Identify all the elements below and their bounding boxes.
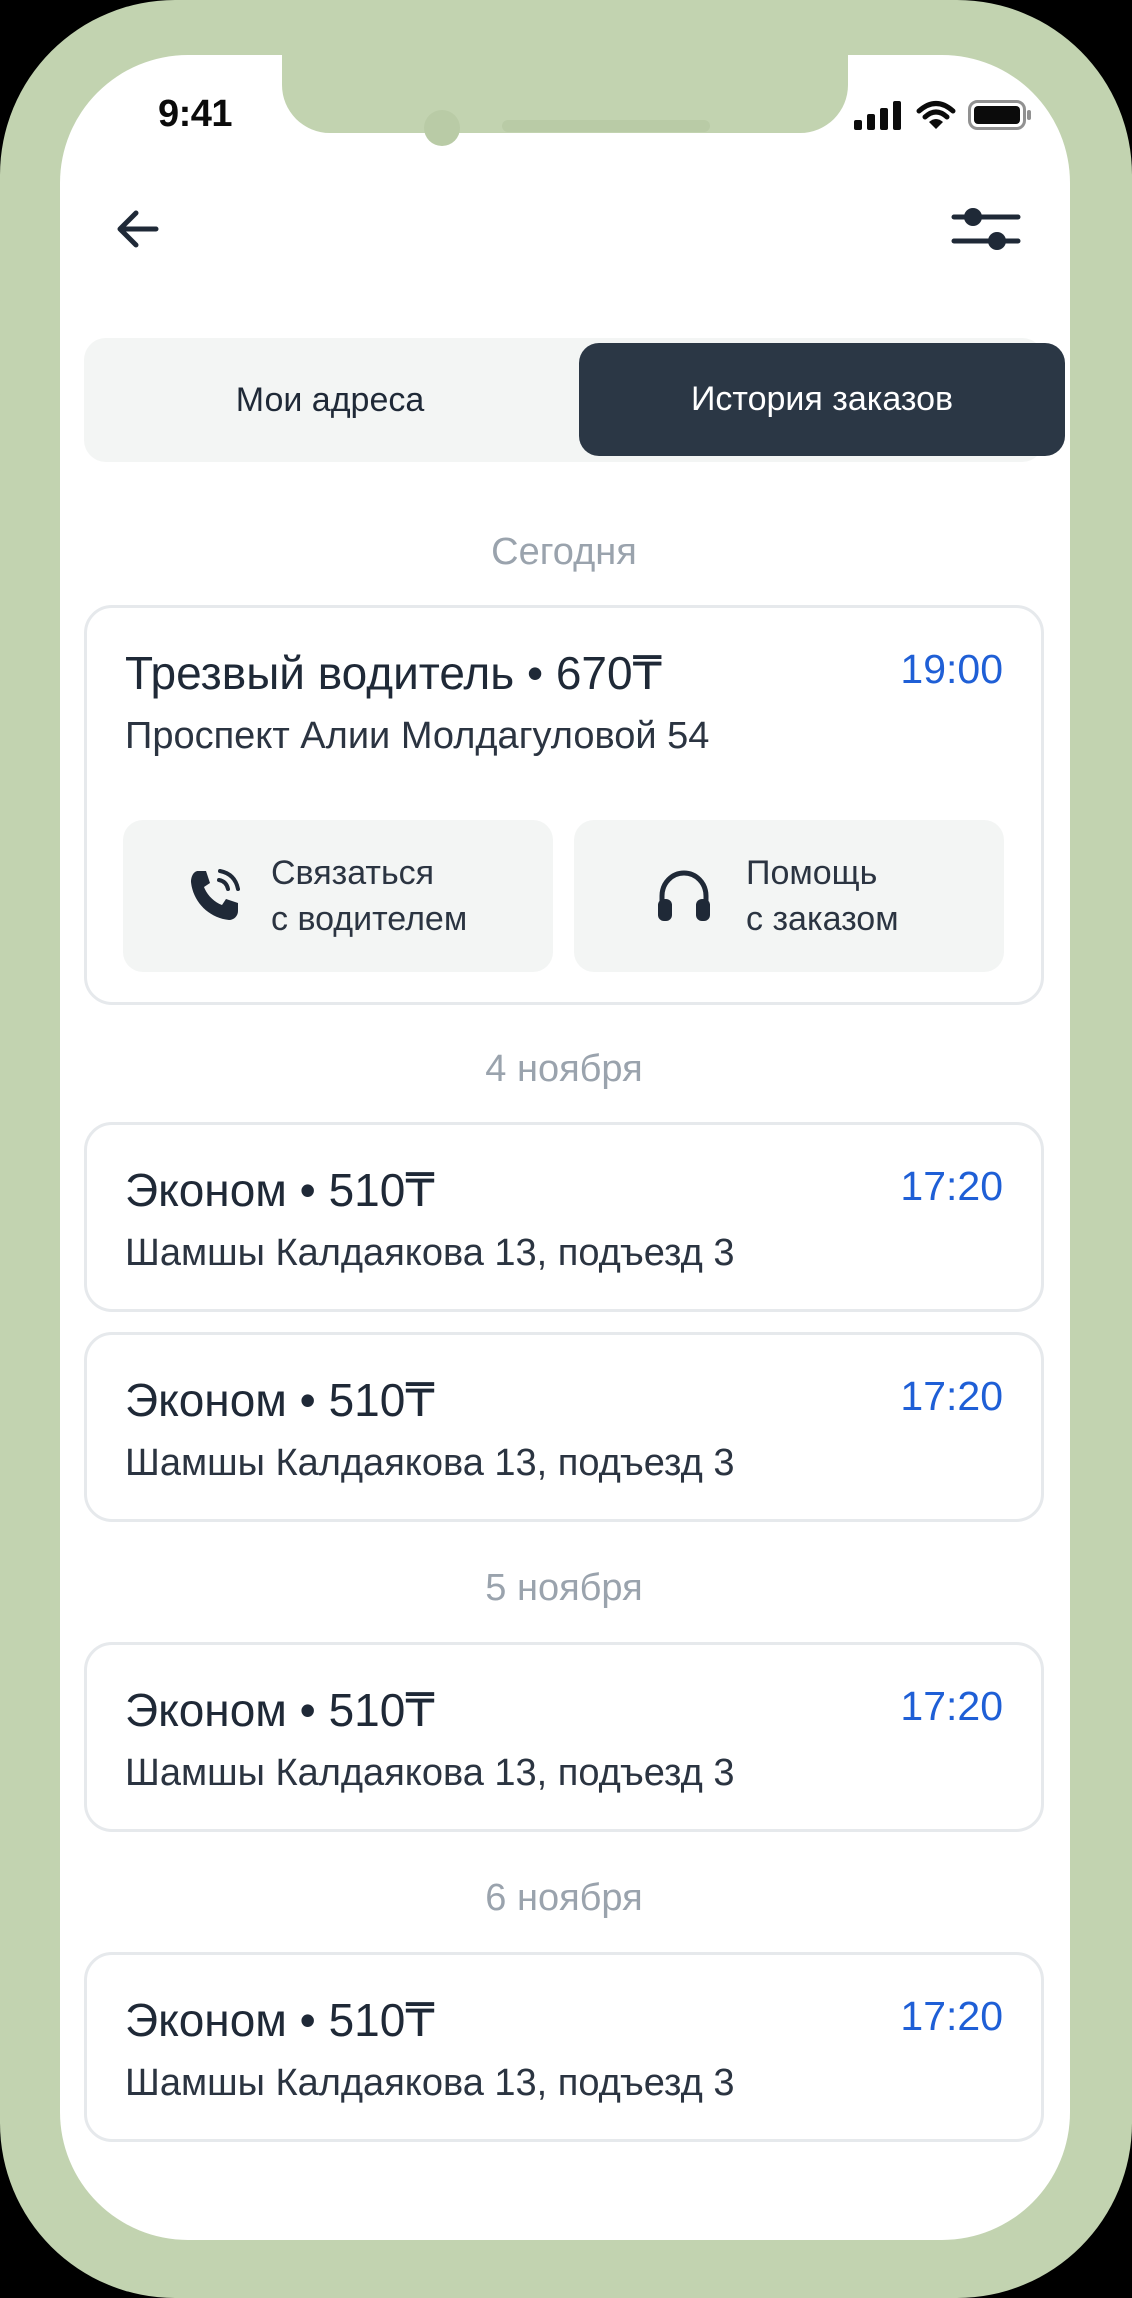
order-help-label: Помощь с заказом [746,854,899,938]
order-address: Проспект Алии Молдагуловой 54 [125,715,710,757]
phone-frame: 9:41 Мои адреса История заказов Сегодня … [0,0,1132,2298]
filter-button[interactable] [948,201,1024,261]
order-title: Эконом • 510₸ [125,1374,435,1426]
cellular-signal-icon [854,100,904,135]
sliders-icon [951,203,1021,260]
order-title: Эконом • 510₸ [125,1994,435,2046]
headphones-icon [652,864,716,928]
side-button-volume-up [0,470,8,630]
order-title: Трезвый водитель • 670₸ [125,647,662,699]
contact-driver-label: Связаться с водителем [271,854,468,938]
side-button-power [1124,515,1132,755]
order-time: 17:20 [900,1993,1003,2039]
front-camera [424,110,460,146]
side-button-volume-down [0,680,8,840]
status-time: 9:41 [158,93,233,135]
order-time: 17:20 [900,1163,1003,1209]
tab-my-addresses[interactable]: Мои адреса [84,338,576,462]
earpiece-speaker [502,120,710,132]
order-card[interactable]: Эконом • 510₸ 17:20 Шамшы Калдаякова 13,… [84,1952,1044,2142]
section-heading-nov-5: 5 ноября [485,1567,643,1609]
order-card[interactable]: Эконом • 510₸ 17:20 Шамшы Калдаякова 13,… [84,1332,1044,1522]
order-time: 19:00 [900,646,1003,692]
contact-driver-button[interactable]: Связаться с водителем [123,820,553,972]
order-card-active[interactable]: Трезвый водитель • 670₸ 19:00 Проспект А… [84,605,1044,1005]
side-button-silent [0,300,8,395]
order-time: 17:20 [900,1373,1003,1419]
section-heading-today: Сегодня [491,531,637,573]
order-address: Шамшы Калдаякова 13, подъезд 3 [125,1232,735,1274]
tab-order-history[interactable]: История заказов [579,343,1065,456]
order-card[interactable]: Эконом • 510₸ 17:20 Шамшы Калдаякова 13,… [84,1122,1044,1312]
phone-icon [183,864,247,928]
order-help-button[interactable]: Помощь с заказом [574,820,1004,972]
section-heading-nov-4: 4 ноября [485,1048,643,1090]
order-card[interactable]: Эконом • 510₸ 17:20 Шамшы Калдаякова 13,… [84,1642,1044,1832]
order-time: 17:20 [900,1683,1003,1729]
order-address: Шамшы Калдаякова 13, подъезд 3 [125,1442,735,1484]
battery-icon [968,100,1032,135]
arrow-left-icon [112,203,164,260]
order-title: Эконом • 510₸ [125,1684,435,1736]
wifi-icon [916,100,956,135]
section-heading-nov-6: 6 ноября [485,1877,643,1919]
order-address: Шамшы Калдаякова 13, подъезд 3 [125,1752,735,1794]
back-button[interactable] [108,201,168,261]
order-address: Шамшы Калдаякова 13, подъезд 3 [125,2062,735,2104]
phone-screen: 9:41 Мои адреса История заказов Сегодня … [60,55,1070,2240]
order-title: Эконом • 510₸ [125,1164,435,1216]
tab-switcher: Мои адреса История заказов [84,338,1065,462]
status-icons [854,100,1032,135]
